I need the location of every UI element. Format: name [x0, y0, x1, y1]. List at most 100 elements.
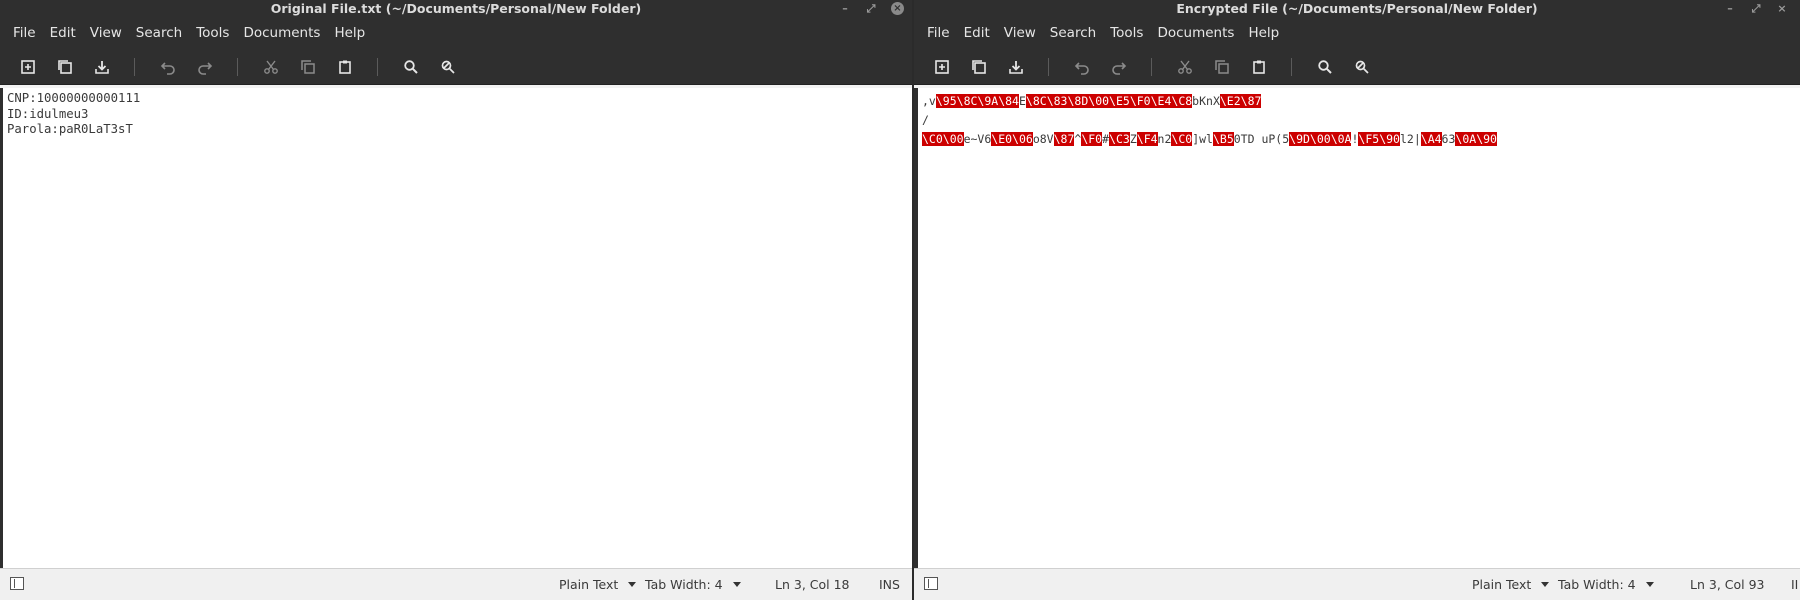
invalid-byte: \F0 [1129, 94, 1151, 108]
cursor-position: Ln 3, Col 18 [775, 577, 850, 592]
text-fragment: 63 [1441, 132, 1456, 146]
text-fragment: l2| [1399, 132, 1421, 146]
tab-width-label: Tab Width: 4 [645, 577, 723, 592]
menu-help[interactable]: Help [327, 25, 372, 41]
chevron-down-icon [732, 582, 741, 587]
new-document-icon[interactable] [923, 52, 960, 82]
invalid-byte: \00 [942, 132, 964, 146]
text-line: \C0\00e~V6\E0\06o8V\87^\F0#\C3Z\F4n2\C0]… [922, 130, 1796, 149]
text-line: / [922, 111, 1796, 130]
undo-icon[interactable] [1063, 52, 1100, 82]
toolbar [0, 49, 912, 85]
invalid-byte: \9A [977, 94, 999, 108]
text-content[interactable]: ,v\95\8C\9A\84E\8C\83\8D\00\E5\F0\E4\C8b… [918, 88, 1800, 152]
menu-file[interactable]: File [6, 25, 43, 41]
status-bar: Plain Text Tab Width: 4 Ln 3, Col 93 II [914, 568, 1800, 600]
paste-icon[interactable] [326, 52, 363, 82]
text-editor-area[interactable]: CNP:10000000000111 ID:idulmeu3 Parola:pa… [0, 88, 912, 569]
text-line: ID:idulmeu3 [7, 106, 89, 121]
menu-file[interactable]: File [920, 25, 957, 41]
invalid-byte: \F0 [1081, 132, 1103, 146]
minimize-icon[interactable]: – [839, 2, 851, 15]
invalid-byte: \90 [1476, 132, 1497, 146]
invalid-byte: \E2 [1219, 94, 1241, 108]
cut-icon[interactable] [1166, 52, 1203, 82]
invalid-byte: \8C [1025, 94, 1047, 108]
tab-width-selector[interactable]: Tab Width: 4 [1558, 577, 1654, 592]
text-content[interactable]: CNP:10000000000111 ID:idulmeu3 Parola:pa… [3, 88, 912, 141]
invalid-byte: \A4 [1420, 132, 1442, 146]
copy-icon[interactable] [1203, 52, 1240, 82]
menu-edit[interactable]: Edit [43, 25, 83, 41]
invalid-byte: \C8 [1171, 94, 1193, 108]
menu-edit[interactable]: Edit [957, 25, 997, 41]
text-editor-area[interactable]: ,v\95\8C\9A\84E\8C\83\8D\00\E5\F0\E4\C8b… [914, 88, 1800, 569]
search-replace-icon[interactable] [1343, 52, 1380, 82]
menu-documents[interactable]: Documents [1150, 25, 1241, 41]
status-bar: Plain Text Tab Width: 4 Ln 3, Col 18 INS [0, 568, 912, 600]
new-document-icon[interactable] [9, 52, 46, 82]
open-document-icon[interactable] [960, 52, 997, 82]
invalid-byte: \83 [1046, 94, 1068, 108]
menu-bar: File Edit View Search Tools Documents He… [914, 17, 1800, 49]
window-controls: – ⤢ × [839, 0, 904, 17]
text-line: CNP:10000000000111 [7, 91, 141, 105]
text-fragment: # [1102, 132, 1110, 146]
restore-icon[interactable]: ⤢ [1750, 2, 1762, 15]
paste-icon[interactable] [1240, 52, 1277, 82]
invalid-byte: \95 [935, 94, 957, 108]
redo-icon[interactable] [186, 52, 223, 82]
text-fragment: Z [1129, 132, 1137, 146]
copy-icon[interactable] [289, 52, 326, 82]
editor-window-encrypted: Encrypted File (~/Documents/Personal/New… [914, 0, 1800, 600]
invalid-byte: \C0 [1171, 132, 1193, 146]
tab-width-selector[interactable]: Tab Width: 4 [645, 577, 741, 592]
save-icon[interactable] [997, 52, 1034, 82]
menu-search[interactable]: Search [1043, 25, 1103, 41]
save-icon[interactable] [83, 52, 120, 82]
toolbar-separator [1151, 57, 1152, 76]
menu-search[interactable]: Search [129, 25, 189, 41]
window-title: Encrypted File (~/Documents/Personal/New… [1176, 1, 1538, 16]
search-icon[interactable] [1306, 52, 1343, 82]
menu-documents[interactable]: Documents [236, 25, 327, 41]
text-fragment: ,v [922, 94, 936, 108]
language-label: Plain Text [559, 577, 619, 592]
open-document-icon[interactable] [46, 52, 83, 82]
language-label: Plain Text [1472, 577, 1532, 592]
title-bar[interactable]: Original File.txt (~/Documents/Personal/… [0, 0, 912, 17]
language-selector[interactable]: Plain Text [1472, 577, 1550, 592]
invalid-byte: \E5 [1109, 94, 1130, 108]
text-fragment: n2 [1157, 132, 1172, 146]
text-line: Parola:paR0LaT3sT [7, 122, 133, 136]
menu-view[interactable]: View [83, 25, 129, 41]
invalid-byte: \00 [1088, 94, 1110, 108]
toolbar-separator [1291, 57, 1292, 76]
language-selector[interactable]: Plain Text [559, 577, 637, 592]
invalid-byte: \F4 [1136, 132, 1158, 146]
invalid-byte: \E0 [991, 132, 1013, 146]
menu-tools[interactable]: Tools [189, 25, 236, 41]
undo-icon[interactable] [149, 52, 186, 82]
side-panel-toggle-icon[interactable] [10, 577, 24, 590]
search-replace-icon[interactable] [429, 52, 466, 82]
title-bar[interactable]: Encrypted File (~/Documents/Personal/New… [914, 0, 1800, 17]
menu-view[interactable]: View [997, 25, 1043, 41]
chevron-down-icon [628, 582, 637, 587]
menu-bar: File Edit View Search Tools Documents He… [0, 17, 912, 49]
redo-icon[interactable] [1100, 52, 1137, 82]
invalid-byte: \90 [1379, 132, 1400, 146]
menu-tools[interactable]: Tools [1103, 25, 1150, 41]
invalid-byte: \00 [1309, 132, 1331, 146]
invalid-byte: \C3 [1109, 132, 1130, 146]
close-icon[interactable]: × [891, 2, 904, 15]
cut-icon[interactable] [252, 52, 289, 82]
invalid-byte: \0A [1330, 132, 1352, 146]
close-icon[interactable]: × [1776, 2, 1788, 15]
invalid-byte: \9D [1289, 132, 1310, 146]
menu-help[interactable]: Help [1241, 25, 1286, 41]
minimize-icon[interactable]: – [1724, 2, 1736, 15]
side-panel-toggle-icon[interactable] [924, 577, 938, 590]
restore-icon[interactable]: ⤢ [865, 2, 877, 15]
search-icon[interactable] [392, 52, 429, 82]
